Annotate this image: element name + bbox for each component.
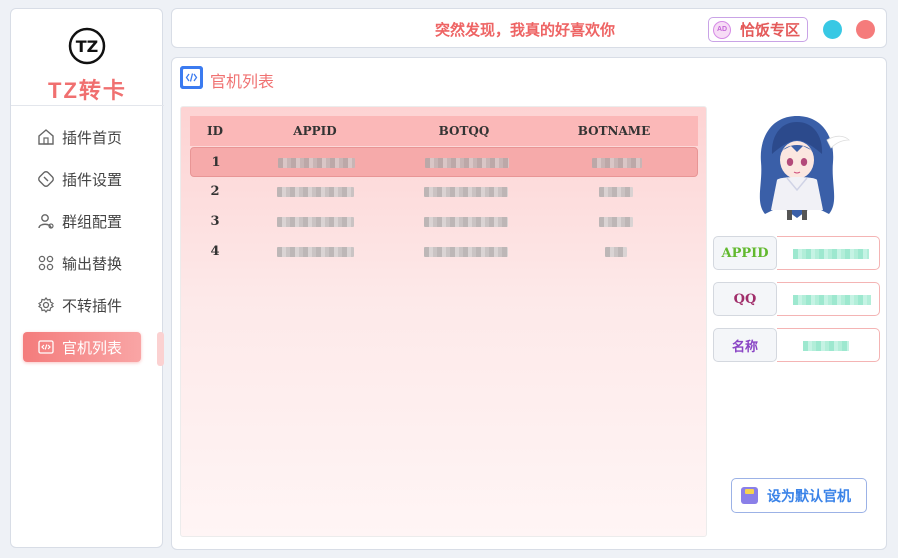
redacted-value (793, 295, 871, 305)
column-header-appid[interactable]: APPID (265, 124, 365, 138)
sidebar-item-label: 输出替换 (62, 255, 123, 273)
sidebar-item-group-config[interactable]: 群组配置 (23, 206, 141, 236)
grid-icon (38, 255, 54, 271)
row-id: 4 (210, 244, 220, 259)
table-row[interactable]: 4 (190, 237, 698, 267)
redacted-appid (277, 217, 354, 227)
name-field[interactable] (777, 328, 880, 362)
redacted-value (803, 341, 849, 351)
redacted-botqq (424, 217, 508, 227)
appid-field-row: APPID (713, 236, 880, 270)
redacted-botname (592, 158, 642, 168)
sidebar-item-label: 官机列表 (62, 339, 123, 357)
sidebar-item-label: 不转插件 (62, 297, 123, 315)
sidebar-item-plugin-home[interactable]: 插件首页 (23, 122, 141, 152)
main-panel: 官机列表 ID APPID BOTQQ BOTNAME 1 2 3 4 APPI… (171, 57, 887, 550)
sidebar-item-output-replace[interactable]: 输出替换 (23, 248, 141, 278)
qq-field[interactable] (777, 282, 880, 316)
column-header-botqq[interactable]: BOTQQ (414, 124, 514, 138)
gear-icon (38, 297, 54, 313)
column-header-botname[interactable]: BOTNAME (564, 124, 664, 138)
qq-label: QQ (713, 282, 777, 316)
code-icon (180, 66, 203, 89)
sidebar: TZ TZ转卡 插件首页 插件设置 群组配置 输出替换 不转插件 官机列表 (10, 8, 164, 548)
ad-zone-button[interactable]: AD 恰饭专区 (708, 17, 808, 42)
table-header: ID APPID BOTQQ BOTNAME (190, 116, 698, 146)
bot-avatar (759, 116, 850, 220)
plugin-settings-icon (38, 171, 54, 187)
set-default-bot-button[interactable]: 设为默认官机 (731, 478, 867, 513)
ad-icon: AD (713, 20, 731, 39)
row-id: 3 (210, 214, 220, 229)
minimize-button[interactable] (823, 20, 842, 39)
home-icon (38, 129, 54, 145)
redacted-botname (605, 247, 627, 257)
save-icon (741, 487, 758, 504)
redacted-appid (278, 158, 355, 168)
sidebar-item-bot-list[interactable]: 官机列表 (23, 332, 141, 362)
sidebar-item-plugin-settings[interactable]: 插件设置 (23, 164, 141, 194)
set-default-bot-label: 设为默认官机 (767, 487, 851, 504)
appid-label: APPID (713, 236, 777, 270)
qq-field-row: QQ (713, 282, 880, 316)
table-row[interactable]: 1 (190, 147, 698, 177)
redacted-botname (599, 187, 633, 197)
sidebar-item-label: 群组配置 (62, 213, 123, 231)
redacted-botqq (425, 158, 509, 168)
divider (11, 105, 164, 106)
name-label: 名称 (713, 328, 777, 362)
code-icon (38, 340, 54, 354)
sidebar-item-label: 插件首页 (62, 129, 123, 147)
appid-field[interactable] (777, 236, 880, 270)
svg-text:TZ: TZ (76, 37, 99, 56)
logo-icon: TZ (68, 27, 106, 65)
redacted-value (793, 249, 869, 259)
table-row[interactable]: 2 (190, 177, 698, 207)
row-id: 1 (211, 155, 221, 170)
sidebar-item-label: 插件设置 (62, 171, 123, 189)
redacted-botqq (424, 187, 508, 197)
scroll-indicator[interactable] (157, 332, 164, 366)
row-id: 2 (210, 184, 220, 199)
app-logo-text: TZ转卡 (48, 78, 127, 103)
ad-zone-label: 恰饭专区 (740, 22, 801, 39)
redacted-botname (599, 217, 633, 227)
name-field-row: 名称 (713, 328, 880, 362)
column-header-id[interactable]: ID (200, 124, 230, 138)
redacted-botqq (424, 247, 508, 257)
user-group-icon (38, 214, 54, 229)
top-bar: 突然发现，我真的好喜欢你 AD 恰饭专区 (171, 8, 887, 48)
sidebar-item-excluded-plugins[interactable]: 不转插件 (23, 290, 141, 320)
page-title: 官机列表 (210, 74, 275, 91)
redacted-appid (277, 187, 354, 197)
bot-table: ID APPID BOTQQ BOTNAME 1 2 3 4 (180, 106, 707, 537)
table-row[interactable]: 3 (190, 207, 698, 237)
redacted-appid (277, 247, 354, 257)
close-button[interactable] (856, 20, 875, 39)
